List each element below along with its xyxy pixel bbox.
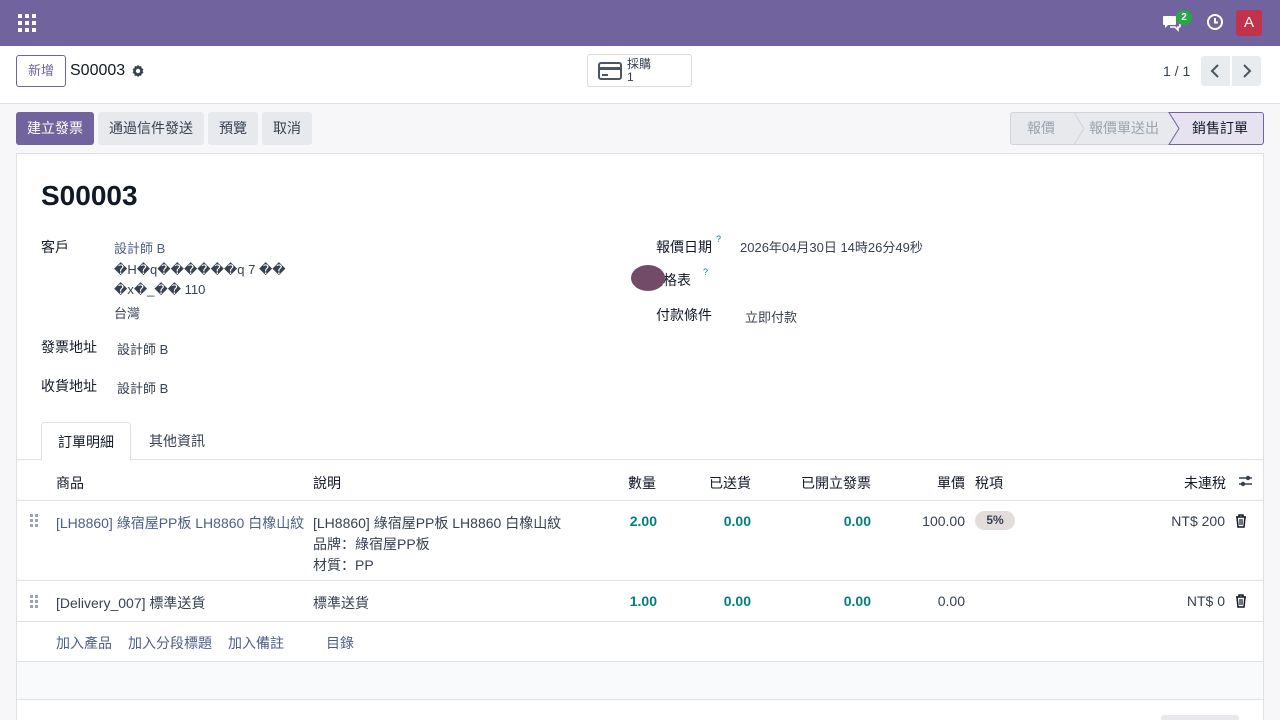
user-avatar[interactable]: A: [1236, 10, 1262, 36]
customer-address-line-2: �x�_�� 110: [114, 282, 206, 297]
gear-icon[interactable]: [131, 64, 145, 78]
pricelist-help-icon[interactable]: ?: [703, 267, 708, 277]
line-description-brand: 品牌：綠宿屋PP板: [313, 536, 430, 552]
smart-button-count: 1: [627, 70, 634, 84]
stage-quotation-sent[interactable]: 報價單送出: [1084, 112, 1164, 145]
optional-columns-icon[interactable]: [1238, 474, 1253, 488]
pager-next-button[interactable]: [1232, 56, 1261, 86]
credit-card-icon: [598, 62, 622, 80]
invoice-address-field[interactable]: 設計師 B: [117, 339, 168, 358]
line-product[interactable]: [LH8860] 綠宿屋PP板 LH8860 白橡山紋: [56, 513, 304, 533]
line-description[interactable]: 標準送貨: [313, 593, 369, 613]
customer-address-line-1: �H�q������q 7 ��: [114, 262, 286, 277]
add-product-link[interactable]: 加入產品: [56, 633, 112, 653]
tax-badge[interactable]: 5%: [975, 511, 1015, 530]
purchase-smart-button[interactable]: 採購 1: [587, 54, 692, 87]
header-delivered[interactable]: 已送貨: [709, 473, 751, 493]
line-subtotal: NT$ 200: [1171, 513, 1225, 529]
form-sheet: S00003 客戶 設計師 B �H�q������q 7 �� �x�_�� …: [16, 153, 1264, 720]
messages-count-badge: 2: [1176, 10, 1192, 25]
payment-terms-label: 付款條件: [656, 307, 712, 323]
add-note-link[interactable]: 加入備註: [228, 633, 284, 653]
control-panel: 新增 S00003 採購 1 1 / 1: [0, 46, 1280, 104]
header-subtotal[interactable]: 未連稅: [1184, 473, 1226, 493]
drag-handle-icon[interactable]: [29, 513, 39, 527]
cancel-button[interactable]: 取消: [262, 112, 312, 145]
breadcrumb-record-name: S00003: [70, 62, 126, 79]
line-product[interactable]: [Delivery_007] 標準送貨: [56, 593, 205, 613]
header-description[interactable]: 說明: [313, 473, 341, 493]
line-delivered: 0.00: [723, 513, 751, 529]
invoice-address-label: 發票地址: [41, 339, 97, 355]
customer-field[interactable]: 設計師 B: [114, 238, 165, 257]
customer-country: 台灣: [114, 306, 141, 321]
top-navbar: 2 A: [0, 0, 1280, 46]
line-invoiced: 0.00: [843, 593, 871, 609]
line-invoiced: 0.00: [843, 513, 871, 529]
bottom-right-button[interactable]: [1161, 715, 1239, 720]
chevron-left-icon: [1210, 64, 1219, 78]
pager-previous-button[interactable]: [1201, 56, 1230, 86]
table-row[interactable]: [LH8860] 綠宿屋PP板 LH8860 白橡山紋 [LH8860] 綠宿屋…: [17, 501, 1263, 581]
delivery-address-label: 收貨地址: [41, 378, 97, 394]
cursor-blob: [631, 265, 665, 291]
new-button[interactable]: 新增: [16, 55, 66, 87]
tab-other-info[interactable]: 其他資訊: [147, 422, 207, 461]
status-bar: 報價 報價單送出 銷售訂單: [1010, 112, 1264, 145]
line-description-material: 材質：PP: [313, 557, 374, 573]
add-section-link[interactable]: 加入分段標題: [128, 633, 212, 653]
header-quantity[interactable]: 數量: [628, 473, 656, 493]
header-taxes[interactable]: 稅項: [975, 473, 1003, 493]
notebook-tabs: 訂單明細 其他資訊: [17, 422, 1263, 461]
line-description[interactable]: [LH8860] 綠宿屋PP板 LH8860 白橡山紋: [313, 513, 561, 533]
order-lines-header: 商品 說明 數量 已送貨 已開立發票 單價 稅項 未連稅: [17, 460, 1263, 501]
tab-order-lines[interactable]: 訂單明細: [41, 422, 131, 461]
payment-terms-field[interactable]: 立即付款: [745, 307, 797, 326]
apps-menu-icon[interactable]: [18, 14, 36, 32]
page-title: S00003: [41, 180, 138, 211]
trash-icon[interactable]: [1235, 514, 1247, 528]
line-delivered: 0.00: [723, 593, 751, 609]
customer-label: 客戶: [41, 239, 69, 255]
table-footer-band: [17, 662, 1263, 700]
line-quantity[interactable]: 2.00: [577, 513, 657, 529]
pager-value[interactable]: 1 / 1: [1163, 63, 1190, 79]
header-product[interactable]: 商品: [56, 473, 84, 493]
table-row[interactable]: [Delivery_007] 標準送貨 標準送貨 1.00 0.00 0.00 …: [17, 581, 1263, 622]
chevron-right-icon: [1243, 64, 1252, 78]
activities-clock-icon[interactable]: [1206, 13, 1224, 31]
header-invoiced[interactable]: 已開立發票: [801, 473, 871, 493]
line-subtotal: NT$ 0: [1186, 593, 1225, 609]
header-unit-price[interactable]: 單價: [937, 473, 965, 493]
trash-icon[interactable]: [1235, 594, 1247, 608]
create-invoice-button[interactable]: 建立發票: [16, 112, 94, 145]
catalog-link[interactable]: 目錄: [326, 633, 354, 653]
line-quantity[interactable]: 1.00: [577, 593, 657, 609]
delivery-address-field[interactable]: 設計師 B: [117, 378, 168, 397]
stage-quotation[interactable]: 報價: [1020, 112, 1062, 145]
preview-button[interactable]: 預覽: [208, 112, 258, 145]
line-unit-price[interactable]: 0.00: [885, 593, 965, 609]
quote-date-field[interactable]: 2026年04月30日 14時26分49秒: [740, 237, 923, 256]
send-by-email-button[interactable]: 通過信件發送: [98, 112, 204, 145]
quote-date-label: 報價日期: [656, 239, 712, 255]
quote-date-help-icon[interactable]: ?: [716, 234, 721, 244]
stage-sales-order[interactable]: 銷售訂單: [1182, 112, 1258, 145]
drag-handle-icon[interactable]: [29, 594, 39, 608]
line-unit-price[interactable]: 100.00: [885, 513, 965, 529]
